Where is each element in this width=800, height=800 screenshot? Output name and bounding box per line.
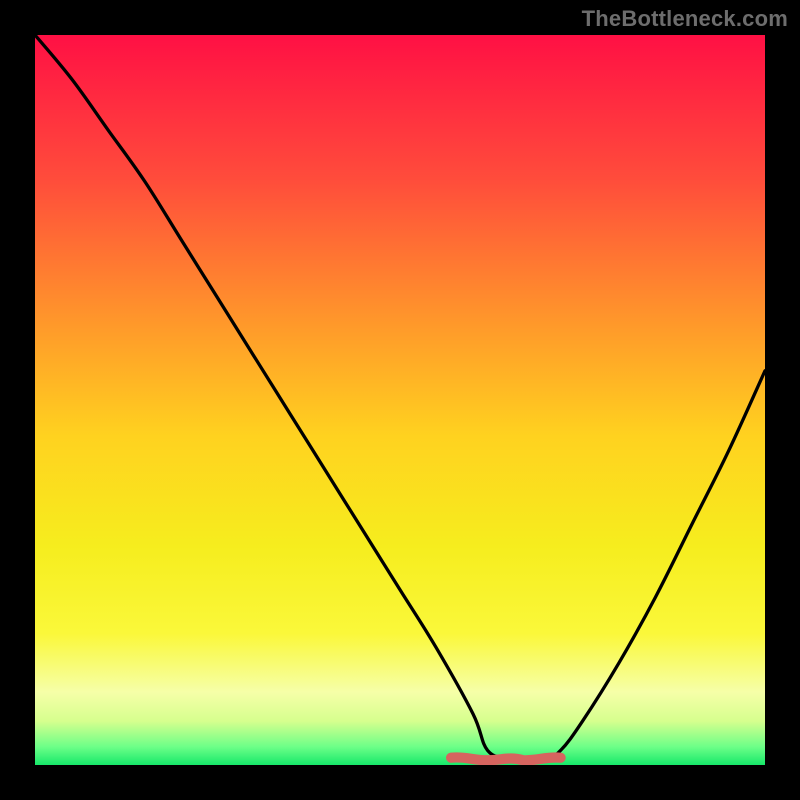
chart-frame: TheBottleneck.com xyxy=(0,0,800,800)
plot-area xyxy=(35,35,765,765)
bottom-accent xyxy=(451,757,560,760)
curve-layer xyxy=(35,35,765,765)
watermark-label: TheBottleneck.com xyxy=(582,6,788,32)
bottleneck-curve xyxy=(35,35,765,759)
